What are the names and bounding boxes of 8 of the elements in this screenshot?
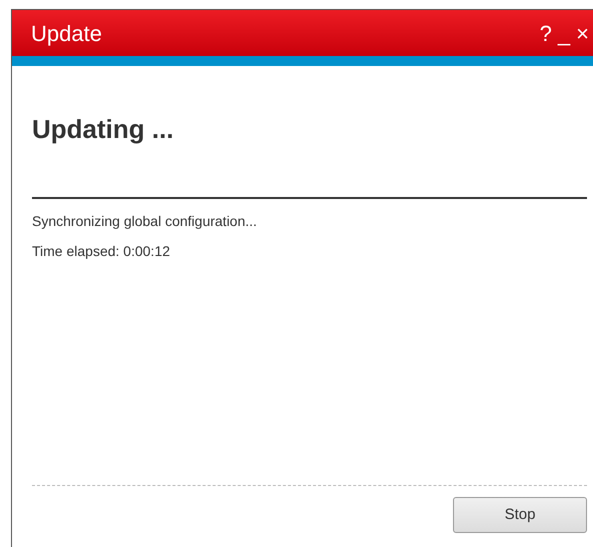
window-title: Update [31,20,102,48]
status-text: Time elapsed: 0:00:12 [32,243,172,260]
stop-button[interactable]: Stop [453,497,587,534]
help-button[interactable]: ? [540,16,552,50]
close-button[interactable]: × [576,16,589,50]
minimize-button[interactable]: _ [558,16,570,50]
heading: Updating ... [32,114,175,146]
status-text: Synchronizing global configuration... [32,213,258,230]
